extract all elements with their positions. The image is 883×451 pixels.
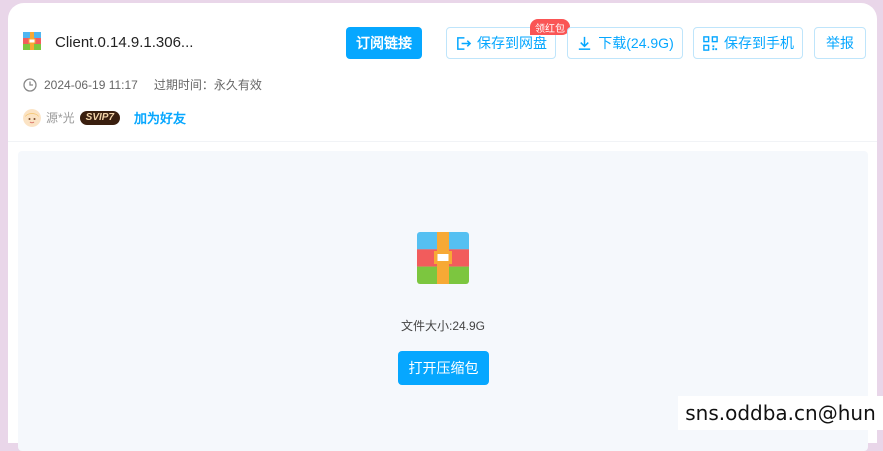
qr-code-icon xyxy=(703,35,718,51)
report-button[interactable]: 举报 xyxy=(814,27,866,59)
download-label: 下载(24.9G) xyxy=(598,35,674,51)
share-date: 2024-06-19 11:17 xyxy=(44,77,138,92)
open-archive-button[interactable]: 打开压缩包 xyxy=(398,351,489,385)
file-size-text: 文件大小:24.9G xyxy=(400,319,486,333)
save-to-phone-label: 保存到手机 xyxy=(724,35,794,51)
share-card: Client.0.14.9.1.306... 订阅链接 保存到网盘 领红包 下载… xyxy=(8,3,877,451)
red-packet-badge: 领红包 xyxy=(530,19,570,35)
archive-icon xyxy=(417,232,469,284)
add-friend-link[interactable]: 加为好友 xyxy=(134,108,186,127)
save-to-drive-icon xyxy=(457,36,472,50)
download-button[interactable]: 下载(24.9G) xyxy=(567,27,683,59)
vip-level-badge: SVIP7 xyxy=(79,110,121,125)
watermark-text: sns.oddba.cn@hun xyxy=(678,396,883,430)
save-to-phone-button[interactable]: 保存到手机 xyxy=(693,27,803,59)
archive-icon xyxy=(23,32,41,50)
divider xyxy=(8,141,877,142)
sharer-name: 源*光 xyxy=(46,111,75,125)
report-label: 举报 xyxy=(826,35,854,51)
expiry-text: 过期时间：永久有效 xyxy=(153,78,262,92)
subscribe-button[interactable]: 订阅链接 xyxy=(346,27,422,59)
file-name: Client.0.14.9.1.306... xyxy=(55,34,194,51)
avatar[interactable] xyxy=(23,108,41,127)
clock-icon xyxy=(23,77,37,92)
file-meta: 2024-06-19 11:17 过期时间：永久有效 xyxy=(23,76,262,93)
download-icon xyxy=(579,36,591,50)
save-to-drive-label: 保存到网盘 xyxy=(477,35,547,51)
sharer-info: 源*光 SVIP7 加为好友 xyxy=(23,108,186,127)
